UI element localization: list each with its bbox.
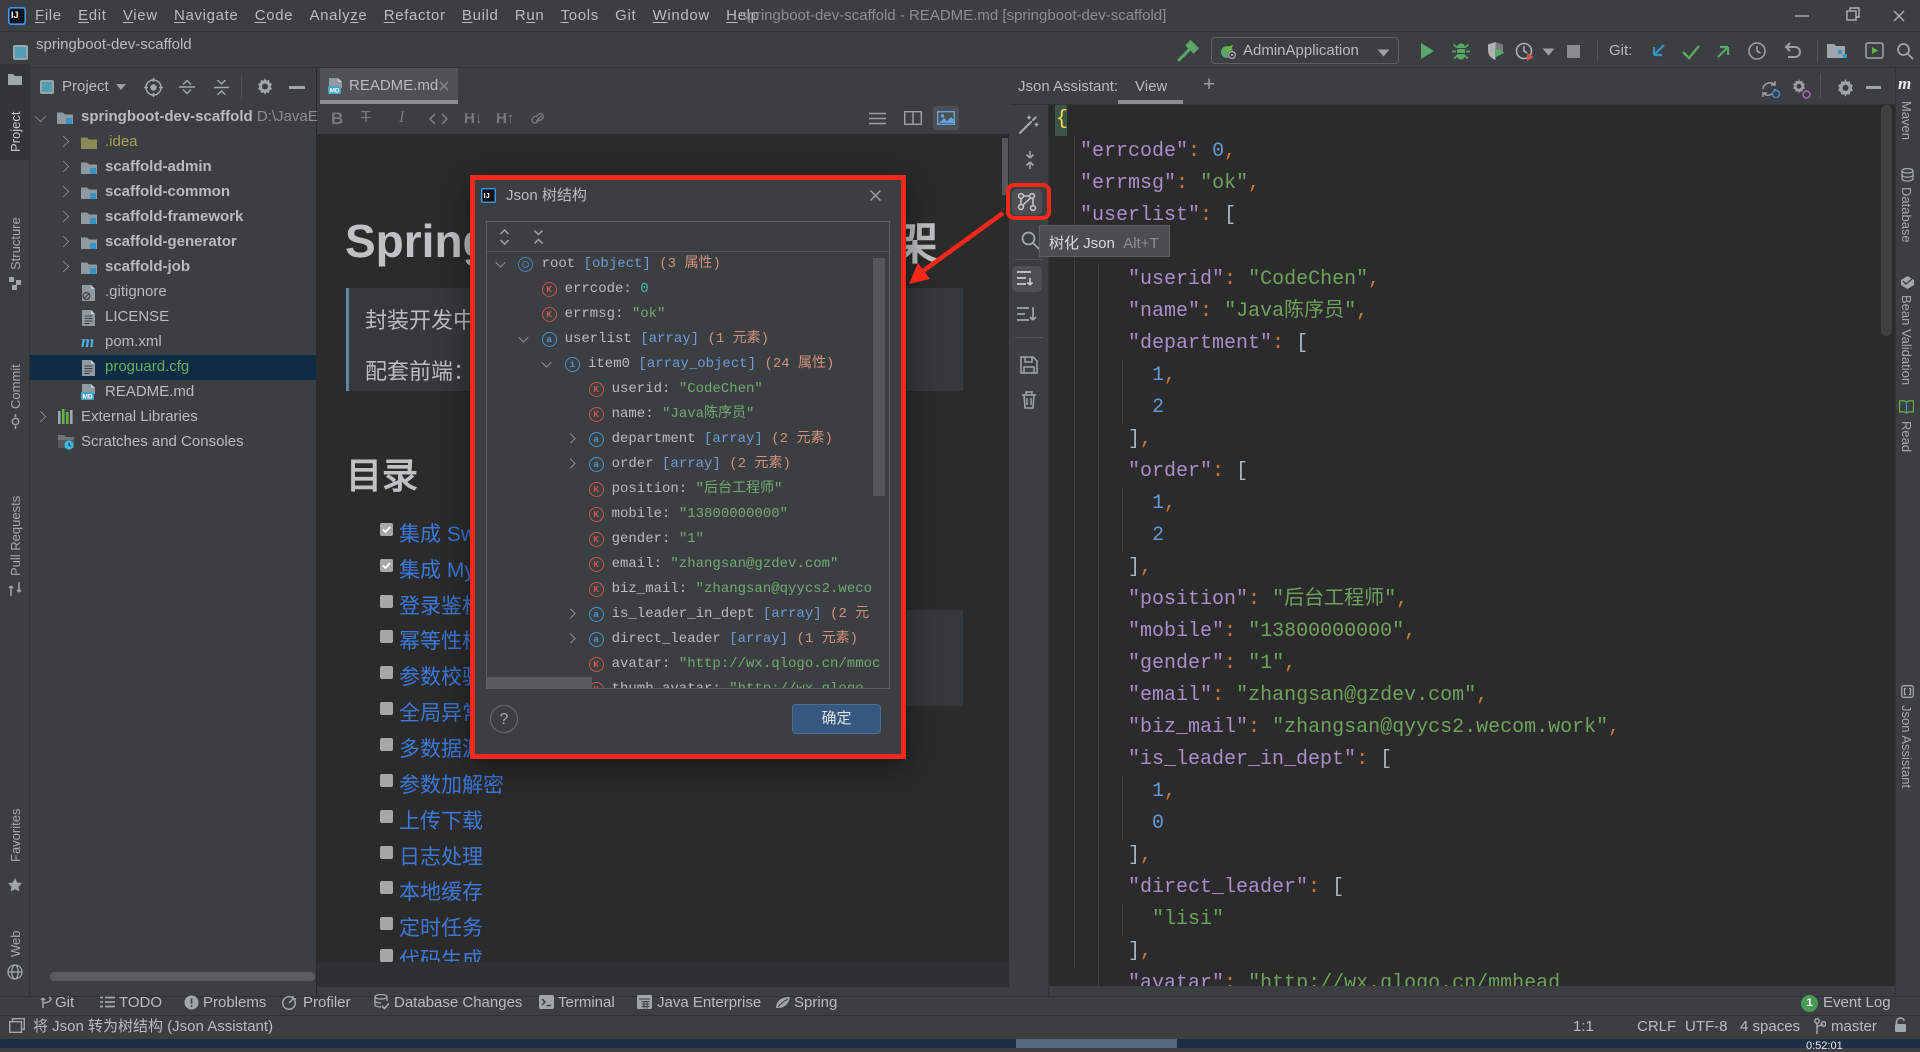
svg-text:MD: MD (329, 88, 339, 95)
svg-text:MD: MD (82, 394, 92, 401)
